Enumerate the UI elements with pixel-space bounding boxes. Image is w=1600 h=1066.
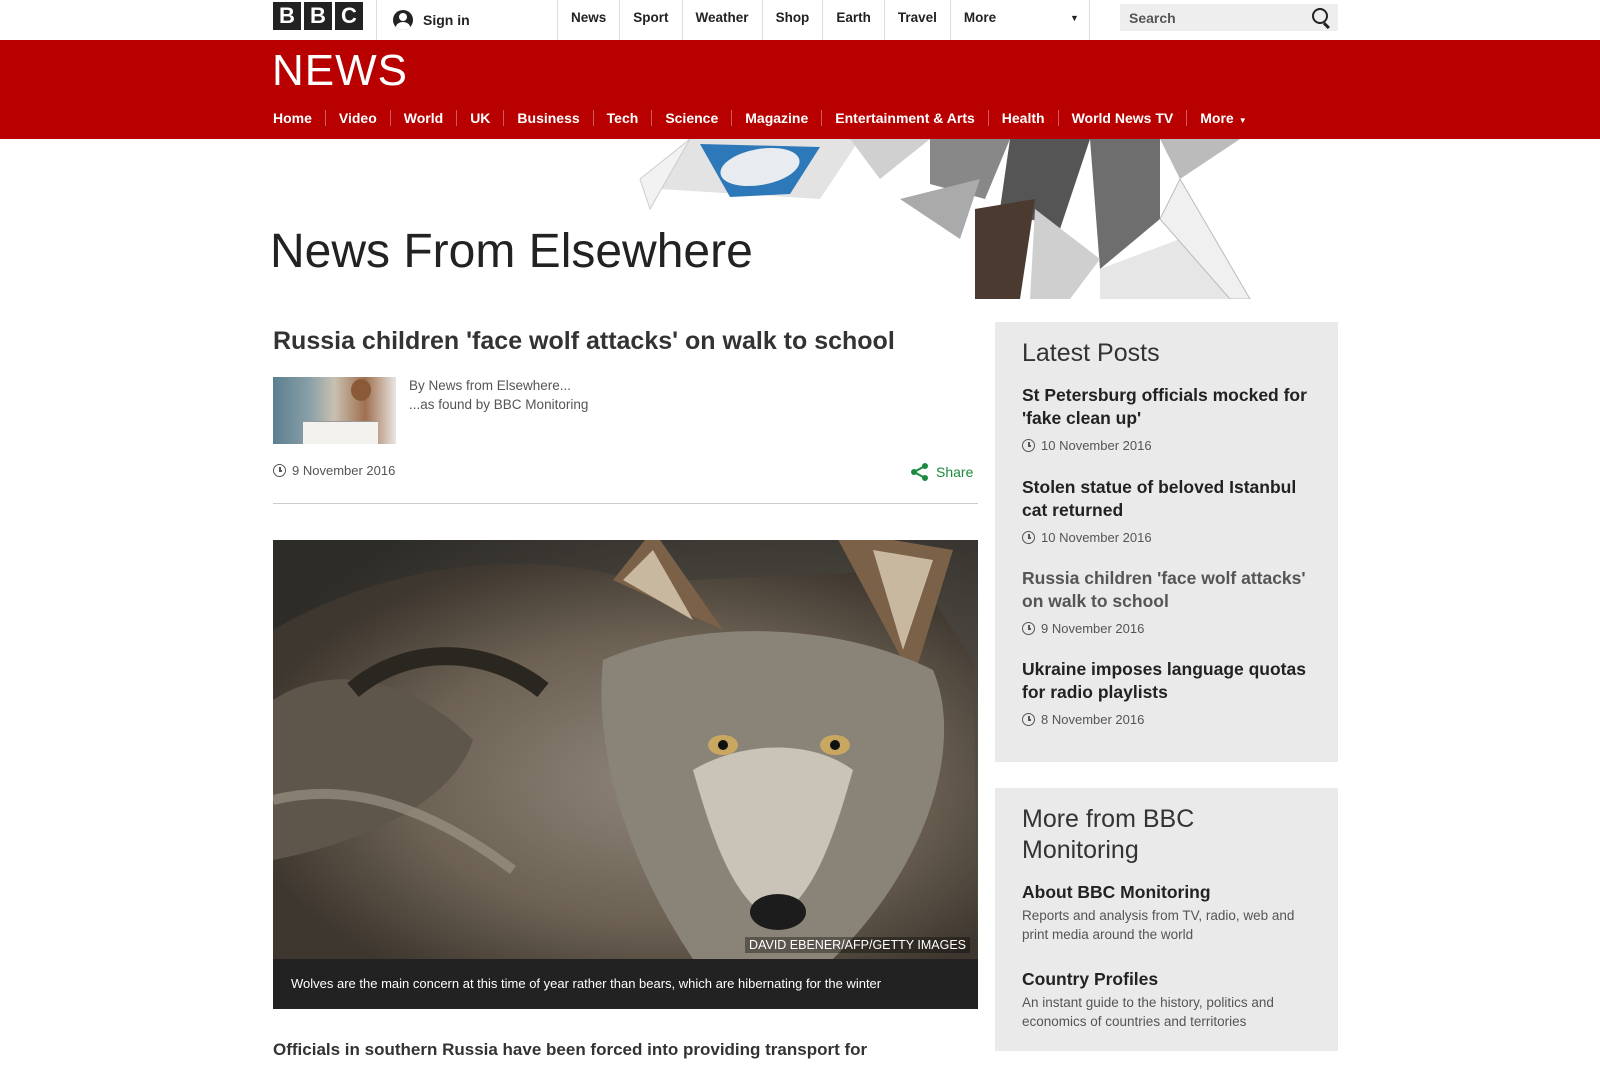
search-icon[interactable] — [1312, 8, 1328, 24]
news-nav-business[interactable]: Business — [503, 110, 592, 126]
news-nav-home[interactable]: Home — [273, 110, 325, 126]
page-title: News From Elsewhere — [270, 225, 753, 278]
bbc-logo-letter: C — [335, 2, 363, 30]
news-nav-science[interactable]: Science — [651, 110, 731, 126]
clock-icon — [1022, 713, 1035, 726]
global-nav-travel[interactable]: Travel — [883, 0, 950, 40]
latest-post-item[interactable]: Stolen statue of beloved Istanbul cat re… — [1022, 476, 1317, 545]
monitoring-link-item[interactable]: About BBC Monitoring Reports and analysi… — [1022, 882, 1317, 944]
news-nav-video[interactable]: Video — [324, 110, 390, 126]
global-nav: News Sport Weather Shop Earth Travel Mor… — [557, 0, 1090, 40]
banner-collage — [639, 139, 1251, 299]
news-nav-more-label: More — [1200, 110, 1234, 126]
monitoring-link-desc: An instant guide to the history, politic… — [1022, 995, 1274, 1029]
article-date-text: 9 November 2016 — [292, 463, 396, 478]
monitoring-link-desc: Reports and analysis from TV, radio, web… — [1022, 908, 1295, 942]
search-input[interactable] — [1120, 8, 1301, 27]
global-nav-more[interactable]: More ▼ — [949, 0, 1090, 40]
latest-post-title: Stolen statue of beloved Istanbul cat re… — [1022, 477, 1297, 520]
news-nav: Home Video World UK Business Tech Scienc… — [273, 110, 1260, 126]
clock-icon — [273, 464, 286, 477]
news-nav-uk[interactable]: UK — [456, 110, 503, 126]
news-nav-health[interactable]: Health — [987, 110, 1058, 126]
wolf-illustration — [273, 540, 978, 959]
monitoring-link-title: Country Profiles — [1022, 969, 1159, 989]
search-box — [1120, 4, 1338, 31]
byline-thumbnail — [273, 377, 396, 444]
global-nav-news[interactable]: News — [557, 0, 619, 40]
chevron-down-icon: ▼ — [1069, 13, 1079, 23]
image-credit: DAVID EBENER/AFP/GETTY IMAGES — [745, 937, 970, 953]
divider — [273, 503, 978, 504]
news-nav-tech[interactable]: Tech — [592, 110, 652, 126]
article-date: 9 November 2016 — [273, 463, 395, 478]
news-nav-more[interactable]: More ▼ — [1186, 110, 1259, 126]
clock-icon — [1022, 531, 1035, 544]
global-nav-sport[interactable]: Sport — [619, 0, 681, 40]
article-image-wolf: DAVID EBENER/AFP/GETTY IMAGES — [273, 540, 978, 959]
clock-icon — [1022, 439, 1035, 452]
latest-post-date-text: 10 November 2016 — [1041, 438, 1152, 453]
share-icon — [911, 463, 928, 481]
share-label: Share — [936, 464, 974, 480]
news-nav-entertainment[interactable]: Entertainment & Arts — [821, 110, 988, 126]
latest-post-title: Russia children 'face wolf attacks' on w… — [1022, 568, 1306, 611]
latest-post-title: Ukraine imposes language quotas for radi… — [1022, 659, 1306, 702]
latest-post-date-text: 8 November 2016 — [1041, 712, 1145, 727]
latest-post-date: 10 November 2016 — [1022, 530, 1317, 545]
user-icon — [393, 10, 413, 30]
global-nav-earth[interactable]: Earth — [822, 0, 884, 40]
chevron-down-icon: ▼ — [1238, 116, 1247, 125]
global-top-bar: B B C Sign in News Sport Weather Shop Ea… — [0, 0, 1600, 41]
clock-icon — [1022, 622, 1035, 635]
latest-posts-title: Latest Posts — [1022, 339, 1160, 367]
latest-post-item[interactable]: Ukraine imposes language quotas for radi… — [1022, 658, 1317, 727]
byline-source: ...as found by BBC Monitoring — [409, 397, 589, 412]
news-logo[interactable]: NEWS — [272, 46, 408, 96]
monitoring-link-item[interactable]: Country Profiles An instant guide to the… — [1022, 969, 1317, 1031]
bbc-logo-letter: B — [304, 2, 332, 30]
section-banner — [0, 139, 1600, 299]
thumbnail-face — [351, 379, 371, 401]
latest-post-date-text: 9 November 2016 — [1041, 621, 1145, 636]
news-nav-magazine[interactable]: Magazine — [731, 110, 821, 126]
monitoring-link-title: About BBC Monitoring — [1022, 882, 1211, 902]
latest-post-item[interactable]: St Petersburg officials mocked for 'fake… — [1022, 384, 1317, 453]
global-nav-shop[interactable]: Shop — [761, 0, 823, 40]
image-caption: Wolves are the main concern at this time… — [273, 959, 978, 1009]
latest-post-date: 10 November 2016 — [1022, 438, 1317, 453]
sign-in-link[interactable]: Sign in — [376, 0, 470, 40]
article-body-text: Officials in southern Russia have been f… — [273, 1040, 868, 1059]
sign-in-label: Sign in — [423, 12, 470, 28]
latest-post-item-current[interactable]: Russia children 'face wolf attacks' on w… — [1022, 567, 1317, 636]
latest-posts-panel: Latest Posts St Petersburg officials moc… — [995, 322, 1338, 762]
news-nav-world-news-tv[interactable]: World News TV — [1057, 110, 1187, 126]
more-from-monitoring-panel: More from BBC Monitoring About BBC Monit… — [995, 788, 1338, 1051]
news-nav-world[interactable]: World — [389, 110, 456, 126]
latest-post-date: 9 November 2016 — [1022, 621, 1317, 636]
bbc-logo-letter: B — [273, 2, 301, 30]
global-nav-more-label: More — [963, 10, 997, 25]
bbc-logo[interactable]: B B C — [273, 2, 363, 30]
thumbnail-newspaper — [303, 421, 378, 444]
news-header: NEWS Home Video World UK Business Tech S… — [0, 40, 1600, 139]
share-button[interactable]: Share — [910, 463, 973, 481]
article-headline: Russia children 'face wolf attacks' on w… — [273, 327, 895, 355]
byline-author: By News from Elsewhere... — [409, 378, 572, 393]
global-nav-weather[interactable]: Weather — [681, 0, 762, 40]
latest-post-title: St Petersburg officials mocked for 'fake… — [1022, 385, 1307, 428]
latest-post-date-text: 10 November 2016 — [1041, 530, 1152, 545]
latest-post-date: 8 November 2016 — [1022, 712, 1317, 727]
more-from-monitoring-title: More from BBC Monitoring — [1022, 805, 1195, 864]
